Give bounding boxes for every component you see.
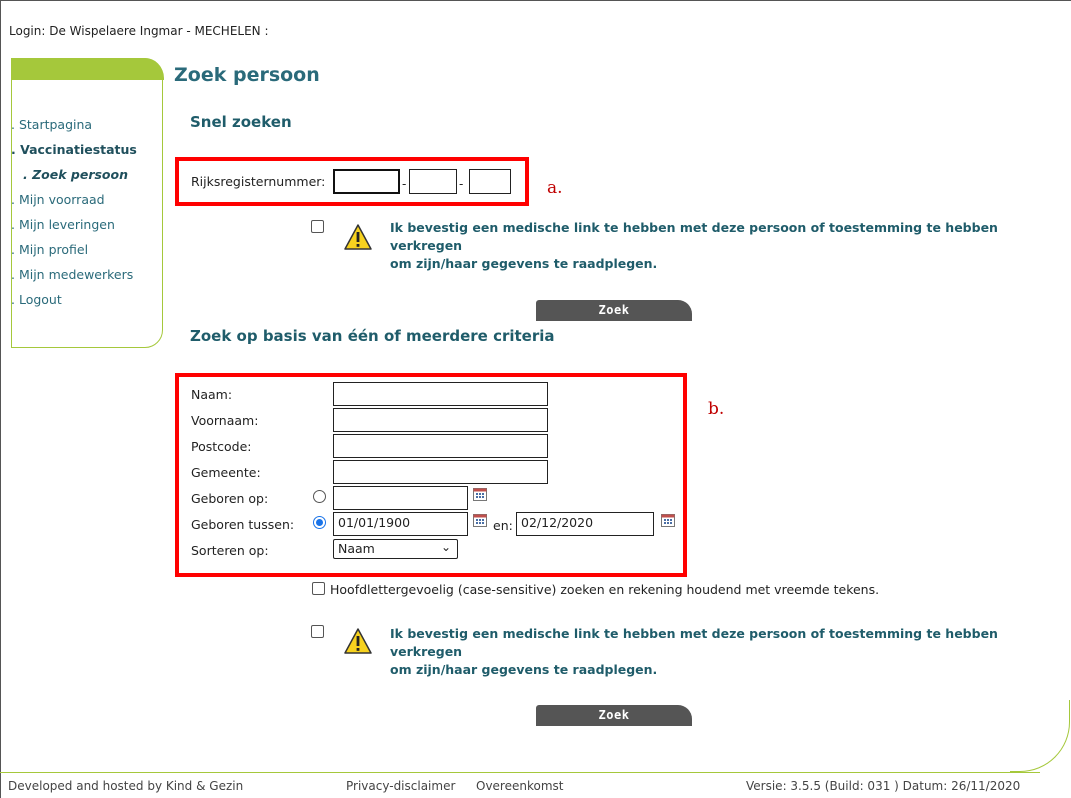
criteria-confirm-checkbox[interactable] xyxy=(311,625,324,638)
footer-divider xyxy=(0,772,1040,773)
sort-label: Sorteren op: xyxy=(191,543,269,558)
voornaam-input[interactable] xyxy=(333,408,548,432)
annotation-label-b: b. xyxy=(708,399,725,419)
sidebar-item-zoek-persoon[interactable]: . Zoek persoon xyxy=(11,162,137,187)
rrn-part1-input[interactable] xyxy=(333,169,400,194)
case-sensitive-checkbox[interactable] xyxy=(312,582,325,595)
rrn-part3-input[interactable] xyxy=(469,169,511,194)
criteria-confirm-line-1: Ik bevestig een medische link te hebben … xyxy=(390,626,998,659)
sidebar-item-mijn-profiel[interactable]: . Mijn profiel xyxy=(11,237,137,262)
gemeente-label: Gemeente: xyxy=(191,465,261,480)
geboren-tussen-radio[interactable] xyxy=(313,516,326,529)
sort-select-value: Naam xyxy=(338,541,375,556)
warning-icon xyxy=(344,224,372,250)
quick-confirm-line-2: om zijn/haar gegevens te raadplegen. xyxy=(390,256,658,271)
en-label: en: xyxy=(493,518,513,533)
footer-privacy-link[interactable]: Privacy-disclaimer xyxy=(346,779,455,793)
sidebar-item-vaccinatiestatus[interactable]: . Vaccinatiestatus xyxy=(11,137,137,162)
chevron-down-icon: ⌄ xyxy=(440,540,451,554)
geboren-tussen-label: Geboren tussen: xyxy=(191,517,295,532)
login-info: Login: De Wispelaere Ingmar - MECHELEN : xyxy=(9,24,269,38)
calendar-icon[interactable] xyxy=(661,514,675,527)
criteria-heading: Zoek op basis van één of meerdere criter… xyxy=(190,327,555,345)
sidebar-item-mijn-medewerkers[interactable]: . Mijn medewerkers xyxy=(11,262,137,287)
criteria-confirm-text: Ik bevestig een medische link te hebben … xyxy=(390,625,1071,679)
quick-search-button[interactable]: Zoek xyxy=(536,300,692,321)
sidebar-item-logout[interactable]: . Logout xyxy=(11,287,137,312)
criteria-search-button[interactable]: Zoek xyxy=(536,705,692,726)
criteria-confirm-line-2: om zijn/haar gegevens te raadplegen. xyxy=(390,662,658,677)
quick-search-heading: Snel zoeken xyxy=(190,113,292,131)
rrn-part2-input[interactable] xyxy=(409,169,457,194)
naam-label: Naam: xyxy=(191,387,233,402)
from-date-input[interactable]: 01/01/1900 xyxy=(333,512,468,536)
sidebar-header-bar xyxy=(11,58,164,80)
calendar-icon[interactable] xyxy=(473,514,487,527)
sidebar-item-startpagina[interactable]: . Startpagina xyxy=(11,112,137,137)
quick-confirm-line-1: Ik bevestig een medische link te hebben … xyxy=(390,220,998,253)
calendar-icon[interactable] xyxy=(473,488,487,501)
footer-developed: Developed and hosted by Kind & Gezin xyxy=(8,779,244,793)
rrn-dash-2: - xyxy=(459,177,464,191)
postcode-input[interactable] xyxy=(333,434,548,458)
footer-agreement-link[interactable]: Overeenkomst xyxy=(476,779,563,793)
geboren-op-radio[interactable] xyxy=(313,490,326,503)
sidebar-item-mijn-leveringen[interactable]: . Mijn leveringen xyxy=(11,212,137,237)
sidebar-item-mijn-voorraad[interactable]: . Mijn voorraad xyxy=(11,187,137,212)
footer-version: Versie: 3.5.5 (Build: 031 ) Datum: 26/11… xyxy=(746,779,1021,793)
geboren-op-input[interactable] xyxy=(333,486,468,510)
rrn-dash-1: - xyxy=(402,177,407,191)
page-title: Zoek persoon xyxy=(174,64,320,86)
case-sensitive-label: Hoofdlettergevoelig (case-sensitive) zoe… xyxy=(330,582,880,597)
postcode-label: Postcode: xyxy=(191,439,252,454)
quick-confirm-text: Ik bevestig een medische link te hebben … xyxy=(390,219,1071,273)
voornaam-label: Voornaam: xyxy=(191,413,259,428)
quick-confirm-checkbox[interactable] xyxy=(311,220,324,233)
gemeente-input[interactable] xyxy=(333,460,548,484)
sidebar-nav: . Startpagina . Vaccinatiestatus . Zoek … xyxy=(11,112,137,312)
to-date-input[interactable]: 02/12/2020 xyxy=(516,512,654,536)
rrn-label: Rijksregisternummer: xyxy=(191,174,326,189)
warning-icon xyxy=(344,628,372,654)
sort-select[interactable]: Naam ⌄ xyxy=(333,539,458,559)
annotation-label-a: a. xyxy=(547,178,563,198)
geboren-op-label: Geboren op: xyxy=(191,491,269,506)
naam-input[interactable] xyxy=(333,382,548,406)
